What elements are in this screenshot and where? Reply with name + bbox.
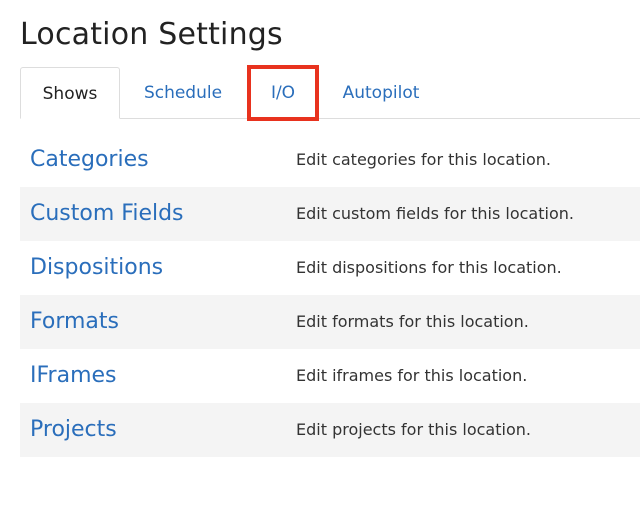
- page-title: Location Settings: [20, 17, 283, 52]
- categories-description: Edit categories for this location.: [296, 150, 551, 169]
- location-settings-page: Location Settings Shows Schedule I/O Aut…: [0, 0, 640, 512]
- tab-io[interactable]: I/O: [247, 65, 319, 121]
- projects-link[interactable]: Projects: [30, 403, 117, 457]
- settings-row-custom-fields: Custom Fields Edit custom fields for thi…: [20, 187, 640, 241]
- custom-fields-description: Edit custom fields for this location.: [296, 204, 574, 223]
- iframes-link[interactable]: IFrames: [30, 349, 117, 403]
- categories-link[interactable]: Categories: [30, 133, 149, 187]
- settings-list: Categories Edit categories for this loca…: [20, 133, 640, 457]
- formats-link[interactable]: Formats: [30, 295, 119, 349]
- tab-autopilot[interactable]: Autopilot: [328, 67, 434, 119]
- iframes-description: Edit iframes for this location.: [296, 366, 528, 385]
- projects-description: Edit projects for this location.: [296, 420, 531, 439]
- tab-schedule[interactable]: Schedule: [128, 67, 238, 119]
- settings-row-dispositions: Dispositions Edit dispositions for this …: [20, 241, 640, 295]
- settings-row-projects: Projects Edit projects for this location…: [20, 403, 640, 457]
- tab-shows[interactable]: Shows: [20, 67, 120, 119]
- custom-fields-link[interactable]: Custom Fields: [30, 187, 184, 241]
- dispositions-description: Edit dispositions for this location.: [296, 258, 562, 277]
- settings-row-formats: Formats Edit formats for this location.: [20, 295, 640, 349]
- dispositions-link[interactable]: Dispositions: [30, 241, 163, 295]
- settings-row-iframes: IFrames Edit iframes for this location.: [20, 349, 640, 403]
- settings-row-categories: Categories Edit categories for this loca…: [20, 133, 640, 187]
- formats-description: Edit formats for this location.: [296, 312, 529, 331]
- tab-bar: Shows Schedule I/O Autopilot: [0, 65, 640, 121]
